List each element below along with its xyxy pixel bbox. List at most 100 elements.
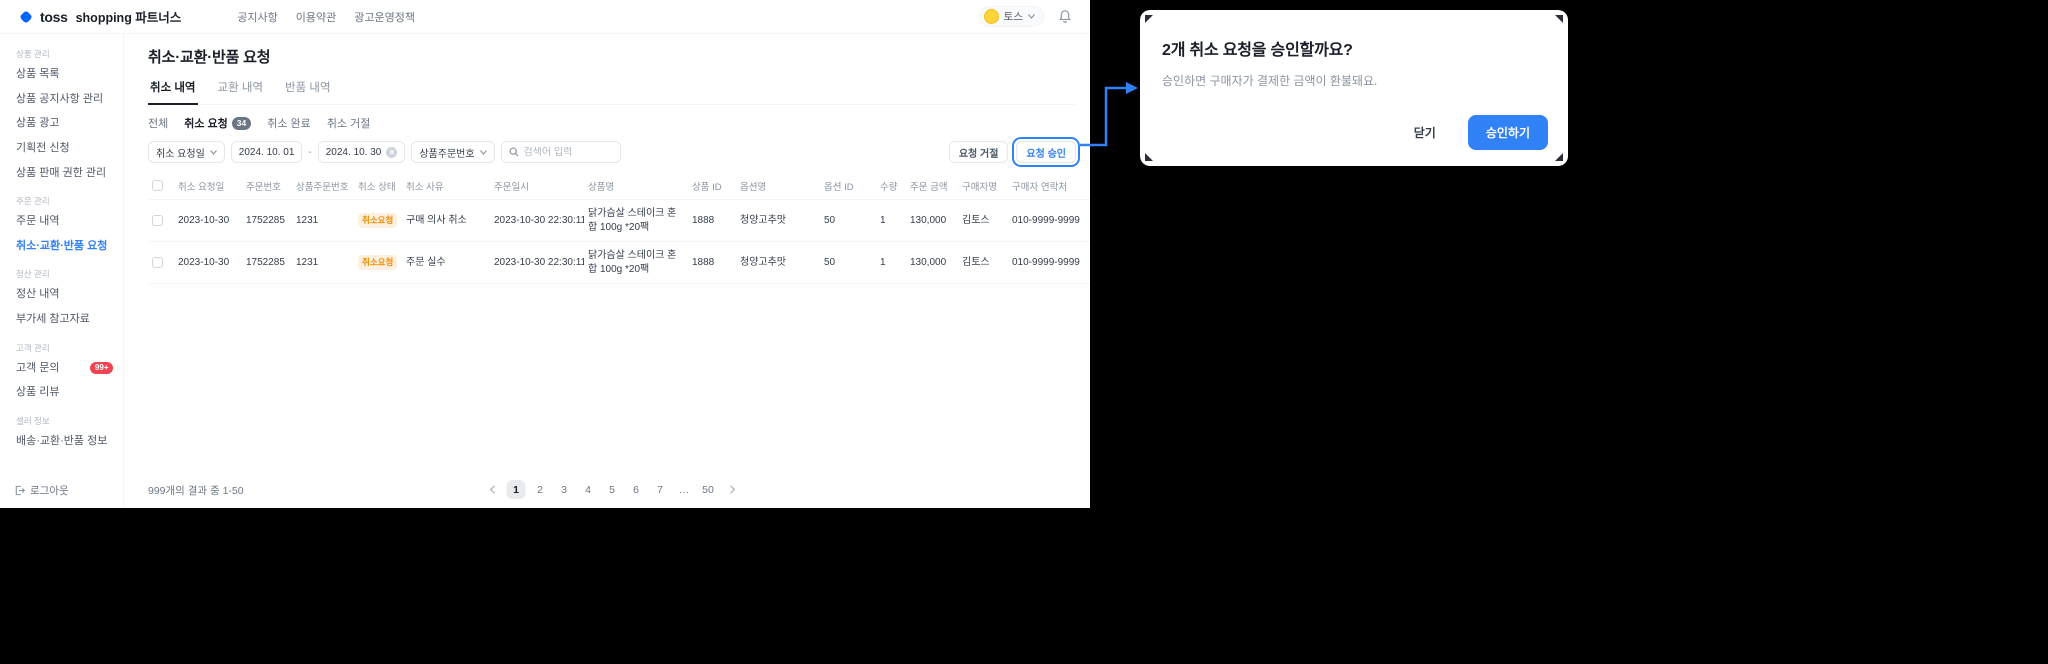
- date-to-input[interactable]: 2024. 10. 30: [317, 141, 406, 163]
- page-1[interactable]: 1: [506, 480, 526, 499]
- sidebar-item-settlement-history[interactable]: 정산 내역: [0, 282, 123, 307]
- col-option-id: 옵션 ID: [820, 173, 876, 200]
- sidebar-item-sales-permission[interactable]: 상품 판매 권한 관리: [0, 161, 123, 186]
- chip-cancel-rejected[interactable]: 취소 거절: [327, 115, 371, 131]
- cell-option-name: 청양고추맛: [736, 199, 820, 242]
- top-navbar: toss shopping 파트너스 공지사항 이용약관 광고운영정책 토스: [0, 0, 1090, 34]
- cell-qty: 1: [876, 199, 906, 242]
- col-cancel-status: 취소 상태: [354, 173, 402, 200]
- reject-request-button[interactable]: 요청 거절: [948, 141, 1009, 163]
- table-row: 2023-10-30 1752285 1231 취소요청 구매 의사 취소 20…: [148, 199, 1090, 242]
- sidebar-item-label: 고객 문의: [16, 361, 60, 374]
- sidebar-item-cancel-exchange-return[interactable]: 취소·교환·반품 요청: [0, 234, 123, 259]
- cell-option-id: 50: [820, 241, 876, 284]
- user-avatar: [983, 9, 999, 24]
- cell-order-datetime: 2023-10-30 22:30:11: [490, 199, 584, 242]
- page-50[interactable]: 50: [699, 480, 718, 499]
- date-type-select[interactable]: 취소 요청일: [148, 141, 225, 163]
- result-summary: 999개의 결과 중 1-50: [148, 485, 244, 497]
- cell-cancel-status: 취소요청: [354, 241, 402, 284]
- col-product-order-no: 상품주문번호: [292, 173, 354, 200]
- logout-button[interactable]: 로그아웃: [14, 483, 69, 498]
- page-5[interactable]: 5: [603, 480, 622, 499]
- app-window: toss shopping 파트너스 공지사항 이용약관 광고운영정책 토스 상…: [0, 0, 1090, 508]
- cell-qty: 1: [876, 241, 906, 284]
- nav-item-ad-policy[interactable]: 광고운영정책: [354, 9, 415, 25]
- status-badge: 취소요청: [358, 212, 398, 229]
- sidebar-section-orders: 주문 관리: [16, 196, 50, 207]
- callout-corner-mark: [1145, 153, 1153, 161]
- tab-cancel-history[interactable]: 취소 내역: [148, 79, 198, 105]
- inquiry-count-badge: 99+: [90, 361, 113, 375]
- main-content: 취소·교환·반품 요청 취소 내역 교환 내역 반품 내역 전체 취소 요청 3…: [124, 34, 1090, 508]
- approve-request-label: 요청 승인: [1026, 148, 1066, 160]
- modal-title: 2개 취소 요청을 승인할까요?: [1162, 42, 1353, 59]
- chip-cancel-completed[interactable]: 취소 완료: [267, 115, 311, 131]
- sidebar-item-order-history[interactable]: 주문 내역: [0, 209, 123, 234]
- col-product-name: 상품명: [584, 173, 688, 200]
- cell-product-order-no: 1231: [292, 199, 354, 242]
- date-range-separator: -: [308, 146, 312, 158]
- search-field[interactable]: [500, 141, 621, 163]
- cell-request-date: 2023-10-30: [174, 199, 242, 242]
- col-product-id: 상품 ID: [688, 173, 736, 200]
- sidebar-item-vat-reference[interactable]: 부가세 참고자료: [0, 307, 123, 332]
- date-from-input[interactable]: 2024. 10. 01: [230, 141, 303, 163]
- navbar-menu: 공지사항 이용약관 광고운영정책: [237, 9, 415, 25]
- row-checkbox[interactable]: [152, 256, 163, 268]
- sidebar-section-products: 상품 관리: [16, 49, 50, 59]
- nav-item-terms[interactable]: 이용약관: [296, 9, 336, 25]
- cell-cancel-status: 취소요청: [354, 199, 402, 242]
- col-order-no: 주문번호: [242, 173, 292, 200]
- tab-return-history[interactable]: 반품 내역: [283, 79, 333, 104]
- col-amount: 주문 금액: [906, 173, 958, 200]
- sidebar-item-product-list[interactable]: 상품 목록: [0, 62, 123, 87]
- logout-label: 로그아웃: [30, 485, 69, 497]
- clear-date-icon[interactable]: [386, 146, 398, 158]
- bell-icon[interactable]: [1058, 9, 1072, 24]
- chevron-left-icon[interactable]: [483, 480, 502, 499]
- page-3[interactable]: 3: [555, 480, 574, 499]
- approve-request-button[interactable]: 요청 승인: [1012, 137, 1080, 167]
- chevron-down-icon: [479, 149, 487, 155]
- row-checkbox[interactable]: [152, 214, 163, 226]
- page-2[interactable]: 2: [531, 480, 550, 499]
- user-menu[interactable]: 토스: [978, 6, 1044, 27]
- page-4[interactable]: 4: [579, 480, 598, 499]
- date-to-value: 2024. 10. 30: [325, 146, 382, 158]
- sidebar-item-product-notice[interactable]: 상품 공지사항 관리: [0, 87, 123, 112]
- cell-order-no: 1752285: [242, 241, 292, 284]
- requests-table: 취소 요청일 주문번호 상품주문번호 취소 상태 취소 사유 주문일시 상품명 …: [148, 173, 1090, 284]
- cell-product-id: 1888: [688, 241, 736, 284]
- brand-logo[interactable]: toss shopping 파트너스: [18, 7, 181, 26]
- modal-approve-button[interactable]: 승인하기: [1467, 115, 1548, 150]
- cell-product-id: 1888: [688, 199, 736, 242]
- chip-cancel-requested[interactable]: 취소 요청 34: [184, 115, 252, 131]
- sidebar-item-shipping-info[interactable]: 배송·교환·반품 정보: [0, 429, 123, 454]
- pagination-ellipsis: …: [678, 483, 690, 496]
- chip-all[interactable]: 전체: [148, 115, 168, 131]
- sidebar-item-product-reviews[interactable]: 상품 리뷰: [0, 380, 123, 405]
- sidebar-item-customer-inquiries[interactable]: 고객 문의 99+: [0, 356, 123, 381]
- user-name: 토스: [1003, 11, 1023, 23]
- search-input[interactable]: [523, 146, 608, 158]
- table-row: 2023-10-30 1752285 1231 취소요청 주문 실수 2023-…: [148, 241, 1090, 284]
- sidebar-item-product-ads[interactable]: 상품 광고: [0, 111, 123, 136]
- page-7[interactable]: 7: [651, 480, 670, 499]
- page-6[interactable]: 6: [627, 480, 646, 499]
- cell-buyer-contact: 010-9999-9999: [1008, 241, 1090, 284]
- sidebar-item-exhibition[interactable]: 기획전 신청: [0, 136, 123, 161]
- tab-exchange-history[interactable]: 교환 내역: [216, 79, 266, 104]
- sidebar-section-seller-info: 셀러 정보: [16, 416, 50, 427]
- search-type-select[interactable]: 상품주문번호: [411, 141, 495, 163]
- col-request-date: 취소 요청일: [174, 173, 242, 200]
- toss-logo-icon: [18, 9, 34, 25]
- brand-name: toss: [40, 8, 68, 25]
- select-all-checkbox[interactable]: [152, 180, 163, 192]
- cell-cancel-reason: 구매 의사 취소: [402, 199, 490, 242]
- search-type-value: 상품주문번호: [419, 148, 475, 160]
- nav-item-notices[interactable]: 공지사항: [237, 9, 277, 25]
- cell-option-id: 50: [820, 199, 876, 242]
- chevron-right-icon[interactable]: [723, 480, 742, 499]
- modal-close-button[interactable]: 닫기: [1395, 115, 1454, 150]
